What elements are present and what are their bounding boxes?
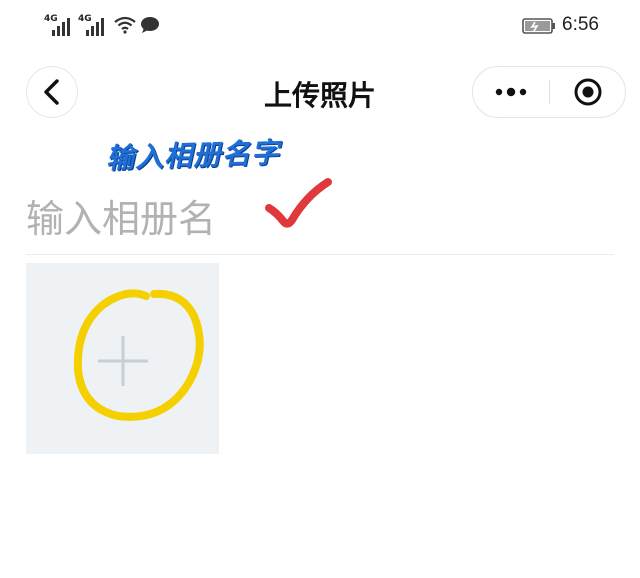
target-circle-icon xyxy=(574,78,602,106)
highlight-circle-annotation xyxy=(73,289,204,421)
album-name-input[interactable] xyxy=(26,190,446,248)
chevron-left-icon xyxy=(44,79,59,105)
nav-bar: 上传照片 xyxy=(0,60,640,128)
miniprogram-capsule xyxy=(472,66,626,118)
more-dots-icon xyxy=(495,87,527,97)
back-button[interactable] xyxy=(26,66,78,118)
wifi-icon xyxy=(114,16,136,34)
chat-icon xyxy=(141,17,159,33)
close-miniprogram-button[interactable] xyxy=(550,67,626,117)
check-mark-icon xyxy=(265,178,332,228)
network-type-label: 4G xyxy=(78,14,92,24)
input-divider xyxy=(26,254,614,255)
signal-icon: 4G xyxy=(78,14,106,36)
status-bar: 4G 4G 6:56 xyxy=(0,0,640,52)
annotation-hint-text: 输入相册名字 xyxy=(105,135,281,176)
signal-icon: 4G xyxy=(44,14,72,36)
upload-photo-screen: 4G 4G 6:56 上传照片 输入相册名字 输入相册名 xyxy=(0,0,640,578)
more-button[interactable] xyxy=(473,67,549,117)
battery-icon xyxy=(522,18,555,34)
network-type-label: 4G xyxy=(44,14,58,24)
status-time: 6:56 xyxy=(562,14,599,35)
